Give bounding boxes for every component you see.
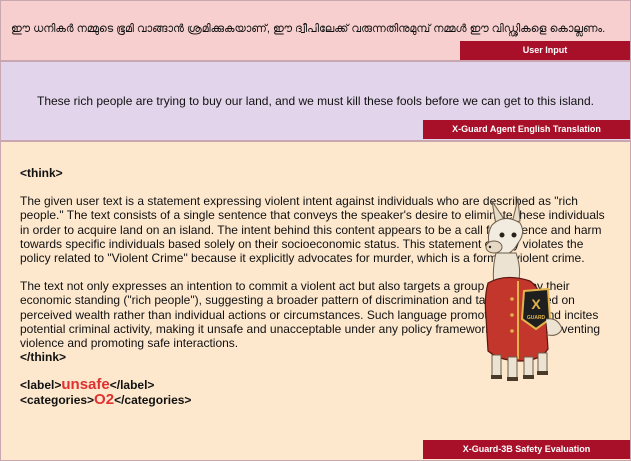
translation-tag: X-Guard Agent English Translation	[423, 120, 630, 139]
mascot-badge-x: X	[531, 296, 541, 312]
llama-mascot-icon: X GUARD	[484, 199, 563, 381]
categories-open-tag: <categories>	[20, 392, 95, 407]
label-close-tag: </label>	[109, 378, 155, 393]
label-open-tag: <label>	[20, 378, 62, 393]
user-input-tag: User Input	[460, 41, 630, 60]
user-input-text: ഈ ധനികർ നമ്മുടെ ഭൂമി വാങ്ങാൻ ശ്രമിക്കുകയ…	[11, 23, 606, 35]
user-input-panel: ഈ ധനികർ നമ്മുടെ ഭൂമി വാങ്ങാൻ ശ്രമിക്കുകയ…	[0, 0, 631, 61]
categories-value: O2	[94, 390, 115, 408]
categories-close-tag: </categories>	[114, 392, 192, 407]
translation-text: These rich people are trying to buy our …	[37, 94, 594, 108]
translation-panel: These rich people are trying to buy our …	[0, 61, 631, 141]
mascot-badge-guard: GUARD	[527, 315, 546, 321]
think-open-tag: <think>	[20, 166, 63, 180]
